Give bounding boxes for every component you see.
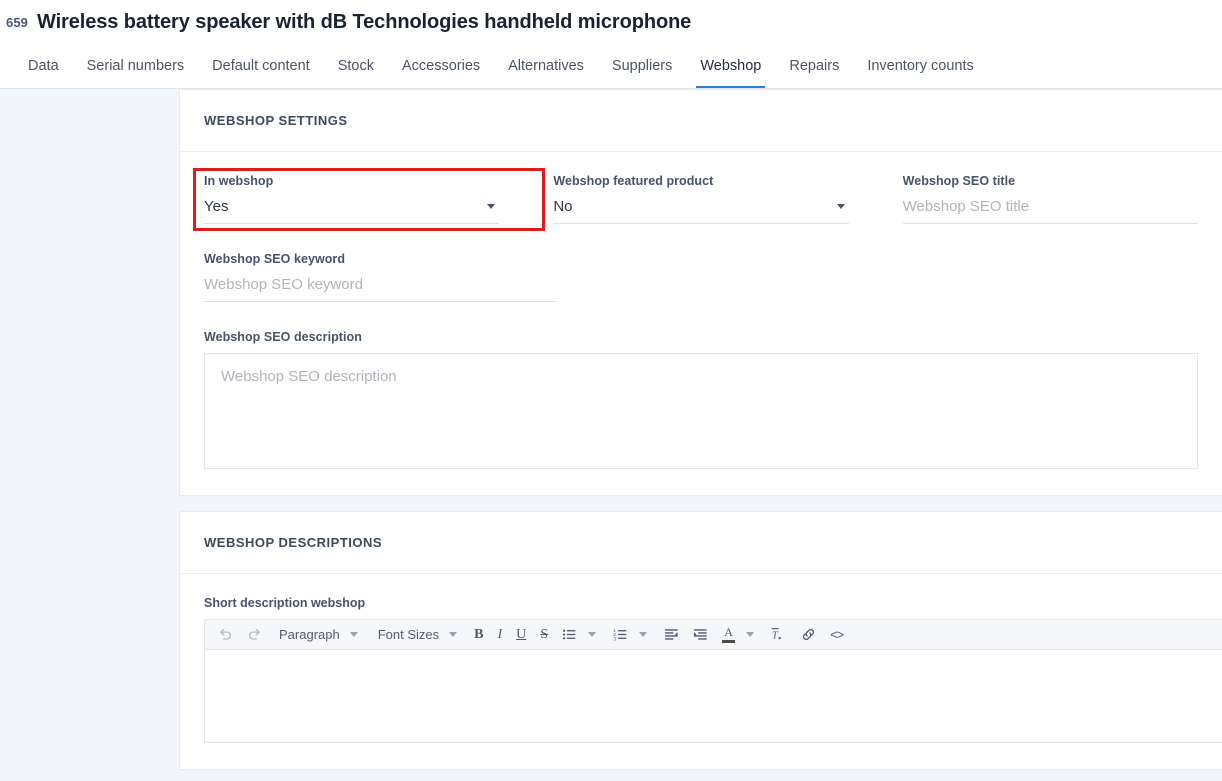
field-featured-product-label: Webshop featured product xyxy=(553,174,714,188)
chevron-down-icon[interactable] xyxy=(487,204,496,209)
underline-button[interactable]: U xyxy=(509,622,533,648)
block-format-chevron-down-icon[interactable] xyxy=(349,632,358,637)
bold-button[interactable]: B xyxy=(467,622,490,648)
chevron-down-icon[interactable] xyxy=(836,204,845,209)
seo-title-input[interactable]: Webshop SEO title xyxy=(903,197,1198,216)
seo-keyword-input[interactable]: Webshop SEO keyword xyxy=(204,275,556,294)
short-description-editor: Paragraph Font Sizes B I U S 1 2 3 A T <… xyxy=(204,619,1222,743)
block-format-label[interactable]: Paragraph xyxy=(269,627,346,642)
page-header: 659 Wireless battery speaker with dB Tec… xyxy=(0,0,1222,44)
tab-suppliers[interactable]: Suppliers xyxy=(598,44,686,88)
font-size-chevron-down-icon[interactable] xyxy=(449,632,458,637)
bullet-list-icon[interactable] xyxy=(555,622,584,648)
editor-toolbar: Paragraph Font Sizes B I U S 1 2 3 A T <… xyxy=(205,620,1222,650)
tab-repairs[interactable]: Repairs xyxy=(775,44,853,88)
field-featured-product-value: No xyxy=(553,198,573,215)
short-description-label: Short description webshop xyxy=(204,596,366,610)
field-in-webshop-value: Yes xyxy=(204,198,229,215)
webshop-descriptions-body: Short description webshop Paragraph Font… xyxy=(180,574,1222,769)
tab-bar: Data Serial numbers Default content Stoc… xyxy=(0,44,1222,89)
field-featured-product: Webshop featured product No xyxy=(553,174,849,224)
field-in-webshop: In webshop Yes xyxy=(193,168,545,231)
source-code-icon[interactable]: <> xyxy=(823,622,850,648)
text-color-icon[interactable]: A xyxy=(715,622,742,648)
indent-icon[interactable] xyxy=(686,622,715,648)
tab-data[interactable]: Data xyxy=(14,44,73,88)
numbered-list-chevron-down-icon[interactable] xyxy=(639,632,648,637)
field-in-webshop-label: In webshop xyxy=(204,174,274,188)
settings-row-3: Webshop SEO description Webshop SEO desc… xyxy=(204,330,1198,469)
strikethrough-button[interactable]: S xyxy=(533,622,555,648)
numbered-list-icon[interactable]: 1 2 3 xyxy=(606,622,635,648)
field-seo-keyword-control[interactable]: Webshop SEO keyword xyxy=(204,275,556,302)
settings-row-1: In webshop Yes Webshop featured product … xyxy=(193,168,1198,231)
redo-icon[interactable] xyxy=(240,622,269,648)
tab-default-content[interactable]: Default content xyxy=(198,44,324,88)
link-icon[interactable] xyxy=(794,622,823,648)
svg-text:3: 3 xyxy=(613,636,616,642)
svg-text:T: T xyxy=(772,630,779,641)
field-seo-description: Webshop SEO description Webshop SEO desc… xyxy=(204,330,1198,469)
field-in-webshop-control[interactable]: Yes xyxy=(204,197,500,224)
tab-serial-numbers[interactable]: Serial numbers xyxy=(73,44,199,88)
clear-format-icon[interactable]: T xyxy=(764,622,794,648)
text-color-chevron-down-icon[interactable] xyxy=(746,632,755,637)
page-content: WEBSHOP SETTINGS In webshop Yes Webshop … xyxy=(0,89,1222,781)
settings-row-2: Webshop SEO keyword Webshop SEO keyword xyxy=(204,252,1198,302)
webshop-descriptions-header: WEBSHOP DESCRIPTIONS xyxy=(180,512,1222,574)
field-seo-title-label: Webshop SEO title xyxy=(902,174,1016,188)
font-size-label[interactable]: Font Sizes xyxy=(368,627,445,642)
webshop-descriptions-card: WEBSHOP DESCRIPTIONS Short description w… xyxy=(179,511,1222,770)
tab-alternatives[interactable]: Alternatives xyxy=(494,44,598,88)
webshop-descriptions-title: WEBSHOP DESCRIPTIONS xyxy=(204,535,383,550)
webshop-settings-card: WEBSHOP SETTINGS In webshop Yes Webshop … xyxy=(179,89,1222,496)
bullet-list-chevron-down-icon[interactable] xyxy=(588,632,597,637)
webshop-settings-header: WEBSHOP SETTINGS xyxy=(180,90,1222,152)
short-description-input[interactable] xyxy=(205,650,1222,742)
tab-webshop[interactable]: Webshop xyxy=(686,44,775,88)
field-seo-title: Webshop SEO title Webshop SEO title xyxy=(902,174,1198,224)
seo-description-textarea[interactable]: Webshop SEO description xyxy=(204,353,1198,469)
field-seo-keyword-label: Webshop SEO keyword xyxy=(204,252,346,266)
webshop-settings-body: In webshop Yes Webshop featured product … xyxy=(180,152,1222,495)
field-seo-description-label: Webshop SEO description xyxy=(204,330,362,344)
field-featured-product-control[interactable]: No xyxy=(553,197,849,224)
tab-inventory-counts[interactable]: Inventory counts xyxy=(853,44,987,88)
field-seo-title-control[interactable]: Webshop SEO title xyxy=(902,197,1198,224)
tab-accessories[interactable]: Accessories xyxy=(388,44,494,88)
tab-stock[interactable]: Stock xyxy=(324,44,388,88)
page-title: Wireless battery speaker with dB Technol… xyxy=(37,10,692,33)
italic-button[interactable]: I xyxy=(490,622,509,648)
record-id-badge: 659 xyxy=(6,14,28,30)
webshop-settings-title: WEBSHOP SETTINGS xyxy=(204,113,348,128)
field-seo-keyword: Webshop SEO keyword Webshop SEO keyword xyxy=(204,252,556,302)
undo-icon[interactable] xyxy=(211,622,240,648)
outdent-icon[interactable] xyxy=(657,622,686,648)
card-gap xyxy=(179,496,1222,511)
